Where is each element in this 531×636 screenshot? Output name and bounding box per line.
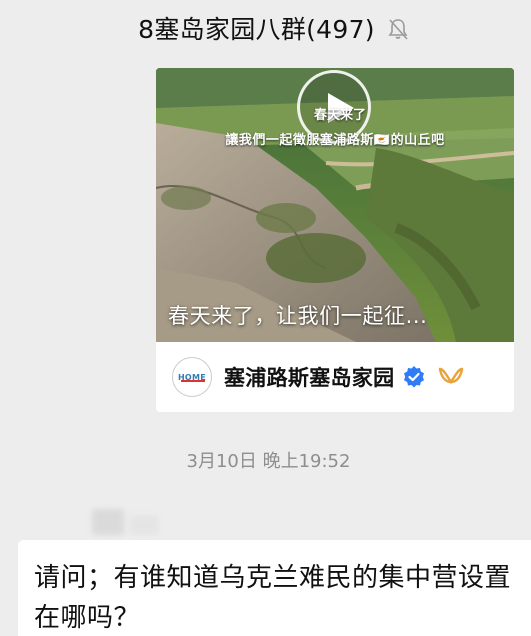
video-overlay-text: 春天来了 讓我們一起徵服塞浦路斯🇨🇾的山丘吧 [156, 104, 514, 148]
verified-badge-icon [404, 366, 425, 388]
wechat-channels-icon [439, 367, 464, 385]
overlay-line-1: 春天来了 [313, 108, 366, 123]
sender-avatar[interactable] [92, 509, 124, 535]
card-footer[interactable]: HOME 塞浦路斯塞岛家园 [156, 342, 514, 412]
bell-muted-icon [388, 19, 408, 40]
account-name: 塞浦路斯塞岛家园 [224, 366, 395, 390]
avatar-logo-text: HOME [177, 372, 207, 382]
video-share-card[interactable]: 春天来了 讓我們一起徵服塞浦路斯🇨🇾的山丘吧 春天来了，让我们一起征... HO… [156, 68, 514, 412]
message-timestamp: 3月10日 晚上19:52 [186, 451, 351, 472]
video-thumbnail[interactable]: 春天来了 讓我們一起徵服塞浦路斯🇨🇾的山丘吧 春天来了，让我们一起征... [156, 68, 514, 342]
message-text: 请问；有谁知道乌克兰难民的集中营设置在哪吗？ [34, 563, 512, 633]
account-avatar: HOME [172, 357, 212, 397]
video-caption: 春天来了，让我们一起征... [168, 304, 428, 328]
chat-title[interactable]: 8塞岛家园八群(497) [138, 10, 375, 46]
message-bubble[interactable]: 请问；有谁知道乌克兰难民的集中营设置在哪吗？ [18, 540, 531, 636]
overlay-line-2: 讓我們一起徵服塞浦路斯🇨🇾的山丘吧 [225, 133, 445, 148]
sender-name-blurred [130, 516, 158, 534]
chat-header: 8塞岛家园八群(497) [0, 0, 531, 56]
